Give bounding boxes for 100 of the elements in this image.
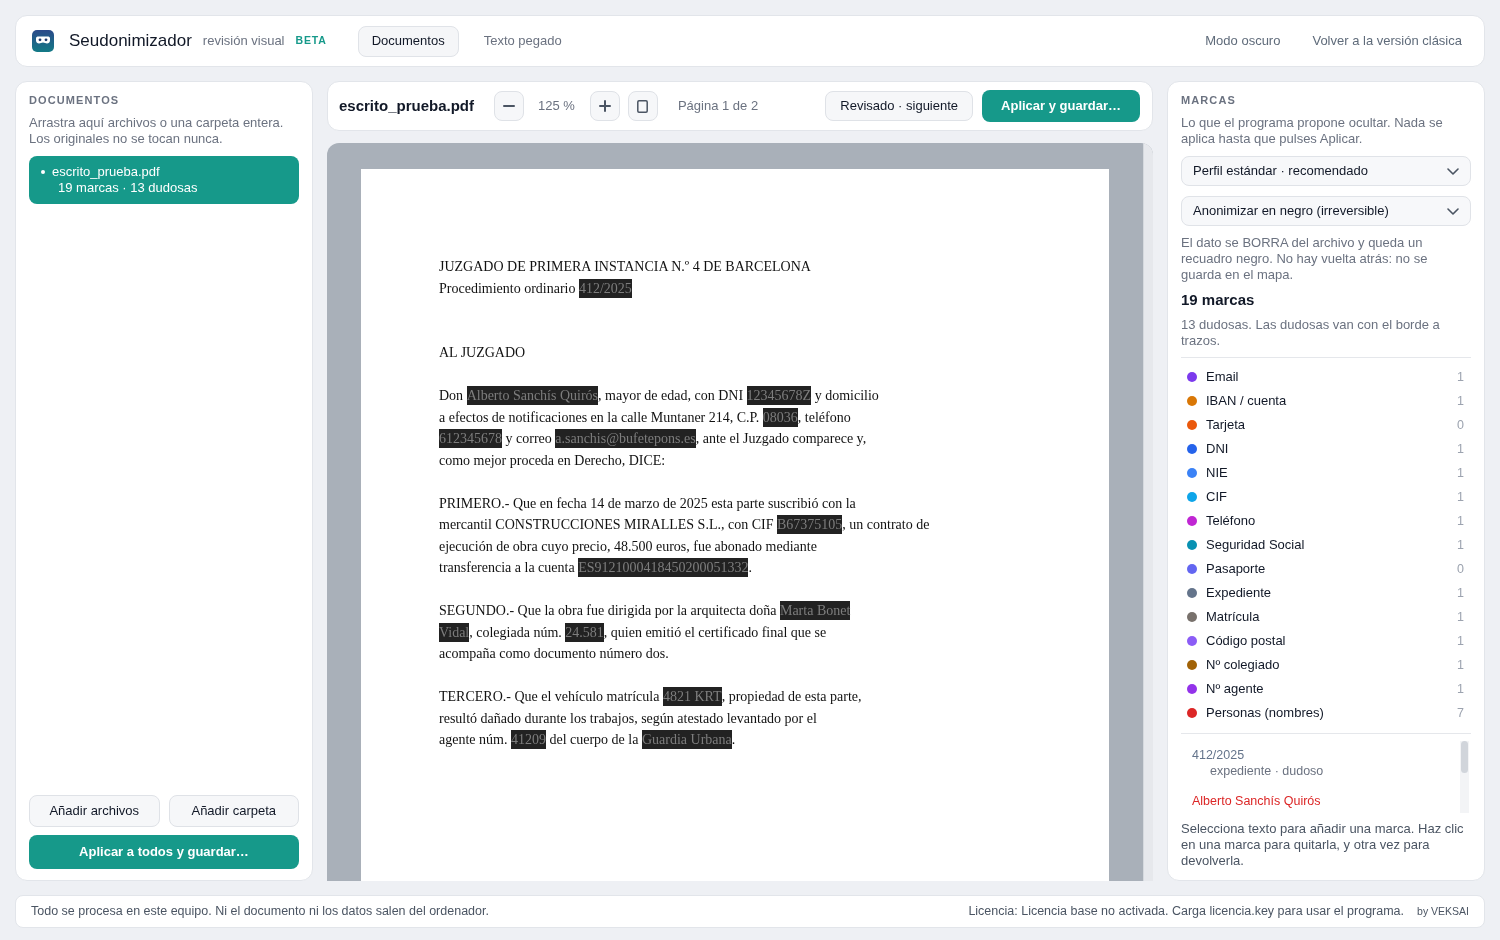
- select-field[interactable]: Perfil estándar · recomendado: [1181, 156, 1471, 186]
- category-row[interactable]: Nº agente 1: [1181, 677, 1471, 701]
- category-row[interactable]: CIF 1: [1181, 485, 1471, 509]
- panel-hint: Arrastra aquí archivos o una carpeta entera. Los originales no se tocan nunca.: [29, 115, 285, 147]
- category-label: Matrícula: [1206, 608, 1260, 627]
- redacted-text[interactable]: a.sanchis@bufetepons.es: [555, 429, 696, 448]
- document-text: y correo: [504, 431, 553, 446]
- category-label: DNI: [1206, 440, 1229, 459]
- app-title: Seudonimizador: [69, 30, 192, 53]
- category-count: 1: [1457, 488, 1464, 506]
- redacted-text[interactable]: 08036: [762, 407, 798, 427]
- redacted-text[interactable]: 12345678Z: [746, 386, 812, 405]
- document-text: .: [731, 732, 736, 747]
- redacted-text[interactable]: Marta Bonet: [779, 601, 851, 620]
- category-label: Pasaporte: [1206, 560, 1266, 579]
- zoom-out-button[interactable]: [494, 91, 525, 121]
- apply-all-button[interactable]: Aplicar a todos y guardar…: [29, 835, 299, 869]
- apply-save-button[interactable]: Aplicar y guardar…: [982, 90, 1140, 122]
- page-icon: [637, 99, 649, 113]
- redacted-text[interactable]: Guardia Urbana: [641, 730, 732, 749]
- fit-page-button[interactable]: [627, 91, 658, 121]
- redacted-text[interactable]: 41209: [510, 730, 546, 749]
- reviewed-next-button[interactable]: Revisado · siguiente: [825, 91, 974, 121]
- app-subtitle: revisión visual: [202, 32, 285, 51]
- scrollbar-track[interactable]: [1143, 143, 1153, 881]
- document-text: SEGUNDO.- Que la obra fue dirigida por la arquitecta doña: [439, 603, 778, 618]
- redacted-text[interactable]: 4821 KRT: [662, 687, 722, 706]
- category-row[interactable]: IBAN / cuenta 1: [1181, 389, 1471, 413]
- document-text: AL JUZGADO: [439, 345, 526, 360]
- file-title: escrito_prueba.pdf: [339, 95, 475, 116]
- scrollbar-thumb[interactable]: [1461, 741, 1468, 773]
- marks-count: 19 marcas: [1181, 290, 1256, 310]
- document-text: JUZGADO DE PRIMERA INSTANCIA N.º 4 DE BARCELONA: [439, 259, 811, 274]
- header-link[interactable]: Volver a la versión clásica: [1312, 31, 1462, 51]
- category-count: 1: [1457, 680, 1464, 698]
- redacted-text[interactable]: 412/2025: [578, 278, 632, 298]
- category-row[interactable]: DNI 1: [1181, 437, 1471, 461]
- category-row[interactable]: Email 1: [1181, 365, 1471, 389]
- document-text: , ante el Juzgado comparece y,: [695, 431, 867, 446]
- document-text: PRIMERO.- Que en fecha 14 de marzo de 2025 esta parte suscribió con la: [439, 495, 856, 511]
- document-text: mercantil CONSTRUCCIONES MIRALLES S.L., con CIF: [439, 517, 775, 532]
- category-label: NIE: [1206, 464, 1228, 483]
- category-label: Expediente: [1206, 584, 1272, 603]
- category-label: Email: [1206, 368, 1239, 387]
- category-row[interactable]: Matrícula 1: [1181, 605, 1471, 629]
- category-count: 0: [1457, 416, 1464, 434]
- category-label: Teléfono: [1206, 512, 1256, 531]
- category-count: 1: [1457, 368, 1464, 386]
- document-text: , un contrato de: [842, 517, 930, 532]
- category-row[interactable]: Teléfono 1: [1181, 509, 1471, 533]
- category-row[interactable]: Personas (nombres) 7: [1181, 701, 1471, 725]
- document-text: Don: [439, 388, 465, 403]
- select-field[interactable]: Anonimizar en negro (irreversible): [1181, 196, 1471, 226]
- category-label: CIF: [1206, 488, 1227, 507]
- status-text: Todo se procesa en este equipo. Ni el documento ni los datos salen del ordenador.: [31, 903, 489, 921]
- document-text: a efectos de notificaciones en la calle Muntaner 214, C.P.: [439, 409, 761, 425]
- category-label: Tarjeta: [1206, 416, 1246, 435]
- chevron-down-icon: [1447, 167, 1459, 175]
- mark-value[interactable]: 412/2025: [1192, 747, 1460, 763]
- redacted-text[interactable]: 612345678: [439, 429, 502, 448]
- document-text: del cuerpo de la: [548, 732, 640, 747]
- category-count: 0: [1457, 560, 1464, 578]
- document-text: agente núm.: [439, 732, 509, 747]
- zoom-in-button[interactable]: [589, 91, 620, 121]
- add-button[interactable]: Añadir archivos: [29, 795, 160, 827]
- document-text: ejecución de obra cuyo precio, 48.500 euros, fue abonado mediante: [439, 538, 817, 554]
- category-row[interactable]: Pasaporte 0: [1181, 557, 1471, 581]
- category-label: Personas (nombres): [1206, 704, 1324, 723]
- scrollbar-track[interactable]: [1460, 741, 1469, 813]
- redacted-text[interactable]: 24.581: [565, 622, 604, 642]
- document-text: Procedimiento ordinario: [439, 280, 577, 296]
- logo-icon: [32, 30, 54, 52]
- category-count: 1: [1457, 536, 1464, 554]
- header-link[interactable]: Modo oscuro: [1205, 31, 1281, 51]
- document-text: , propiedad de esta parte,: [721, 689, 862, 704]
- tab[interactable]: Texto pegado: [469, 25, 576, 57]
- license-text: Licencia: Licencia base no activada. Carga licencia.key para usar el programa.: [968, 903, 1405, 921]
- plus-icon: [598, 100, 611, 112]
- mark-value[interactable]: Alberto Sanchís Quirós: [1192, 793, 1460, 809]
- category-row[interactable]: Seguridad Social 1: [1181, 533, 1471, 557]
- minus-icon: [503, 105, 516, 107]
- category-row[interactable]: NIE 1: [1181, 461, 1471, 485]
- file-summary: 19 marcas · 13 dudosas: [57, 180, 199, 196]
- category-label: Nº agente: [1206, 680, 1264, 699]
- category-count: 1: [1457, 584, 1464, 602]
- category-label: IBAN / cuenta: [1206, 392, 1287, 411]
- category-label: Seguridad Social: [1206, 536, 1305, 555]
- help-text: Selecciona texto para añadir una marca. Haz clic en una marca para quitarla, y otra vez para devolverla.: [1181, 821, 1465, 869]
- category-row[interactable]: Nº colegiado 1: [1181, 653, 1471, 677]
- document-text: transferencia a la cuenta: [439, 560, 576, 575]
- category-row[interactable]: Expediente 1: [1181, 581, 1471, 605]
- brand-text: by VEKSAI: [1417, 903, 1469, 919]
- document-text: como mejor proceda en Derecho, DICE:: [439, 452, 666, 468]
- marks-note: 13 dudosas. Las dudosas van con el borde a trazos.: [1181, 317, 1441, 349]
- document-text: y domicilio: [813, 388, 879, 403]
- add-button[interactable]: Añadir carpeta: [168, 795, 299, 827]
- category-row[interactable]: Código postal 1: [1181, 629, 1471, 653]
- category-row[interactable]: Tarjeta 0: [1181, 413, 1471, 437]
- tab[interactable]: Documentos: [357, 25, 459, 57]
- file-item[interactable]: escrito_prueba.pdf 19 marcas · 13 dudosas: [29, 156, 299, 204]
